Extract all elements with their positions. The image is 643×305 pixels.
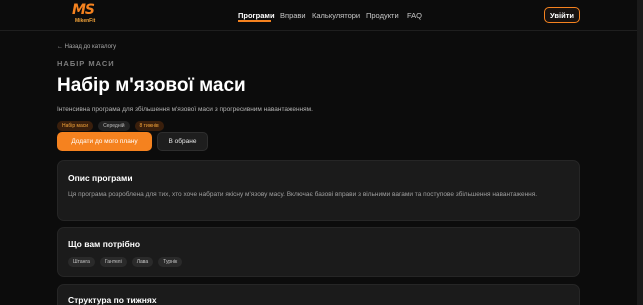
- category-label: НАБІР МАСИ: [57, 59, 115, 68]
- equipment-item: Гантелі: [99, 257, 127, 267]
- add-to-plan-button[interactable]: Додати до мого плану: [57, 132, 152, 151]
- requirements-title: Що вам потрібно: [68, 239, 141, 249]
- equipment-item: Турнік: [158, 257, 183, 267]
- equipment-list: Штанга Гантелі Лава Турнік: [68, 257, 183, 267]
- description-title: Опис програми: [68, 173, 133, 183]
- site-header: MS MikenFit Програми Вправи Калькулятори…: [0, 0, 643, 31]
- equipment-item: Штанга: [68, 257, 95, 267]
- nav-products[interactable]: Продукти: [366, 11, 399, 20]
- program-tags: Набір маси Середній 8 тижнів: [57, 121, 164, 131]
- structure-title: Структура по тижнях: [68, 295, 157, 305]
- nav-exercises[interactable]: Вправи: [280, 11, 306, 20]
- page-title: Набір м'язової маси: [57, 75, 246, 96]
- page-subtitle: Інтенсивна програма для збільшення м'язо…: [57, 106, 313, 113]
- tag-duration: 8 тижнів: [134, 121, 164, 131]
- back-to-catalog-link[interactable]: ← Назад до каталогу: [57, 44, 116, 50]
- nav-programs[interactable]: Програми: [238, 11, 275, 20]
- tag-goal: Набір маси: [57, 121, 94, 131]
- nav-faq[interactable]: FAQ: [407, 11, 422, 20]
- login-button[interactable]: Увійти: [544, 7, 580, 23]
- description-text: Ця програма розроблена для тих, хто хоче…: [68, 191, 538, 198]
- page-scrollbar[interactable]: [637, 0, 643, 305]
- requirements-card: Що вам потрібно Штанга Гантелі Лава Турн…: [57, 227, 580, 277]
- nav-active-indicator: [238, 20, 271, 22]
- nav-calculators[interactable]: Калькулятори: [312, 11, 360, 20]
- add-to-favorites-button[interactable]: В обране: [157, 132, 208, 151]
- tag-level: Середній: [98, 121, 130, 131]
- equipment-item: Лава: [131, 257, 154, 267]
- structure-card: Структура по тижнях: [57, 284, 580, 305]
- description-card: Опис програми Ця програма розроблена для…: [57, 160, 580, 221]
